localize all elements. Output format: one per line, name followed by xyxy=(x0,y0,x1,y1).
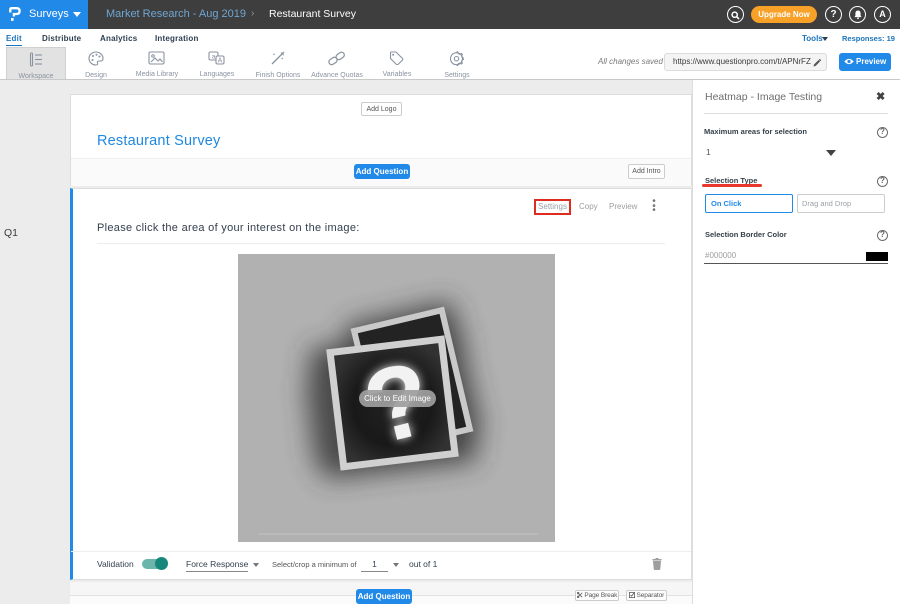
svg-text:A: A xyxy=(218,58,223,65)
svg-text:a: a xyxy=(212,54,216,61)
